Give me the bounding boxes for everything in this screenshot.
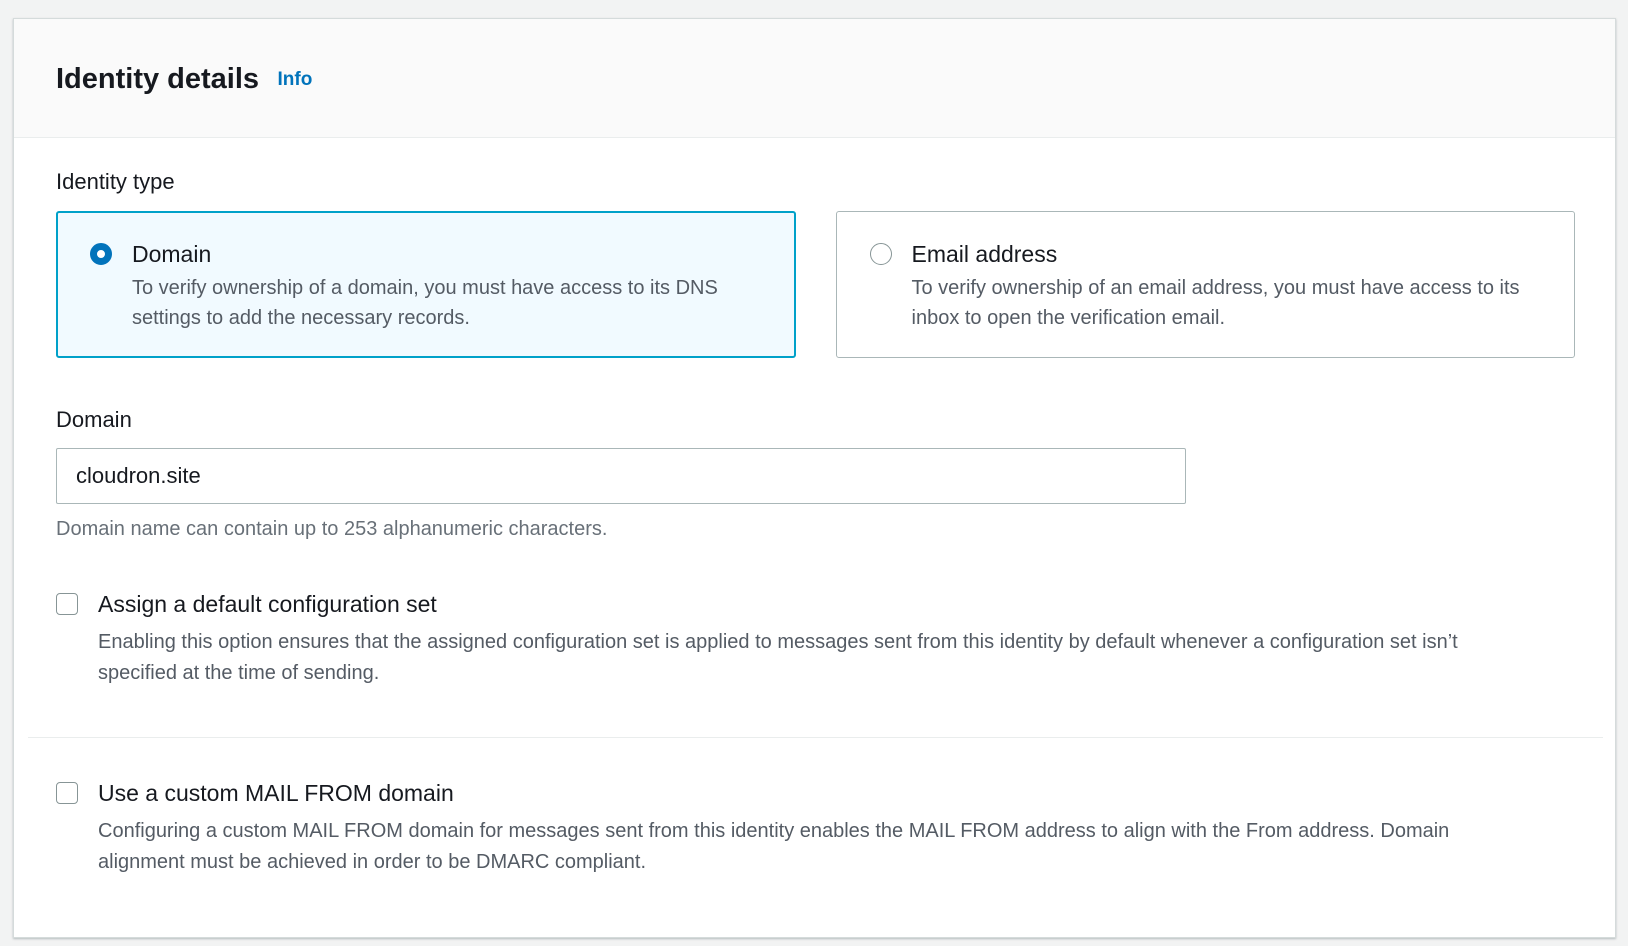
tile-text: Email address To verify ownership of an …: [912, 239, 1547, 333]
tile-text: Domain To verify ownership of a domain, …: [132, 239, 767, 333]
identity-type-tiles: Domain To verify ownership of a domain, …: [56, 211, 1575, 358]
tile-title-domain: Domain: [132, 239, 767, 269]
checkbox-row: Assign a default configuration set: [56, 589, 1575, 619]
tile-description-domain: To verify ownership of a domain, you mus…: [132, 273, 767, 333]
checkbox-assign-default-configuration-set[interactable]: [56, 593, 78, 615]
domain-field-hint: Domain name can contain up to 253 alphan…: [56, 515, 1575, 543]
default-configuration-set-group: Assign a default configuration set Enabl…: [56, 589, 1575, 689]
radio-checked-icon[interactable]: [90, 243, 112, 265]
panel-title: Identity details: [56, 63, 259, 95]
checkbox-description-use-custom-mail-from-domain: Configuring a custom MAIL FROM domain fo…: [98, 816, 1540, 878]
radio-unchecked-icon[interactable]: [870, 243, 892, 265]
domain-field-label: Domain: [56, 407, 132, 432]
panel-body: Identity type Domain To verify ownership…: [14, 138, 1615, 918]
info-link[interactable]: Info: [278, 69, 313, 90]
tile-title-email-address: Email address: [912, 239, 1547, 269]
identity-type-option-email-address[interactable]: Email address To verify ownership of an …: [836, 211, 1576, 358]
domain-input[interactable]: [56, 448, 1186, 504]
section-divider: [28, 737, 1603, 738]
checkbox-description-assign-default-configuration-set: Enabling this option ensures that the as…: [98, 627, 1540, 689]
identity-details-panel: Identity details Info Identity type Doma…: [13, 18, 1616, 938]
tile-description-email-address: To verify ownership of an email address,…: [912, 273, 1547, 333]
checkbox-label-assign-default-configuration-set[interactable]: Assign a default configuration set: [98, 589, 437, 619]
identity-type-option-domain[interactable]: Domain To verify ownership of a domain, …: [56, 211, 796, 358]
page-background: Identity details Info Identity type Doma…: [0, 18, 1628, 938]
checkbox-row: Use a custom MAIL FROM domain: [56, 778, 1575, 808]
custom-mail-from-group: Use a custom MAIL FROM domain Configurin…: [56, 778, 1575, 878]
domain-field-group: Domain Domain name can contain up to 253…: [56, 406, 1575, 543]
identity-type-group: Identity type Domain To verify ownership…: [56, 168, 1575, 358]
checkbox-use-custom-mail-from-domain[interactable]: [56, 782, 78, 804]
panel-header: Identity details Info: [14, 19, 1615, 138]
identity-type-label: Identity type: [56, 168, 1575, 196]
checkbox-label-use-custom-mail-from-domain[interactable]: Use a custom MAIL FROM domain: [98, 778, 454, 808]
